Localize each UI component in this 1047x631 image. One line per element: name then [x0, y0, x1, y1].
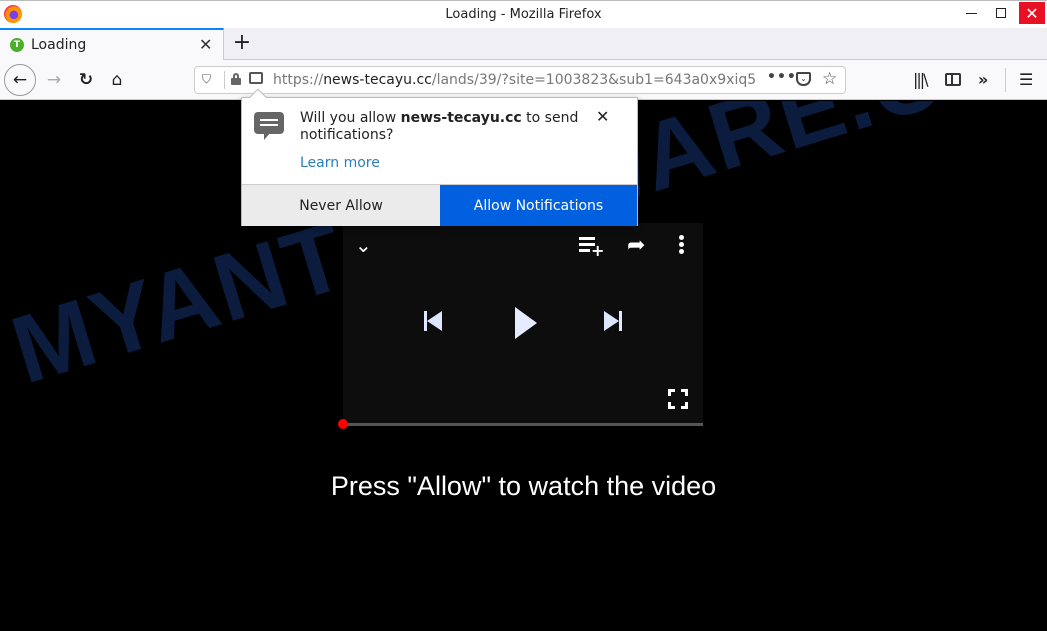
notification-permission-icon[interactable]	[249, 72, 263, 84]
home-icon: ⌂	[111, 70, 123, 90]
tab-strip: T Loading ✕ +	[0, 28, 1047, 60]
play-icon[interactable]	[515, 307, 537, 339]
toolbar-separator	[1005, 68, 1006, 92]
popup-close-button[interactable]: ✕	[596, 107, 609, 126]
maximize-icon	[996, 8, 1006, 18]
chevron-down-icon[interactable]: ⌄	[355, 233, 372, 257]
hamburger-menu-icon[interactable]: ☰	[1019, 70, 1033, 89]
navigation-toolbar: ← → ↻ ⌂ ⛉ https://news-tecayu.cc/lands/3…	[0, 60, 1047, 100]
library-icon[interactable]: |||\	[913, 70, 929, 89]
reload-icon: ↻	[78, 70, 94, 90]
video-player[interactable]: ⌄ + ➦	[338, 223, 703, 429]
maximize-button[interactable]	[988, 2, 1014, 24]
sidebar-icon[interactable]	[945, 73, 961, 86]
progress-bar[interactable]	[343, 423, 703, 426]
window-title: Loading - Mozilla Firefox	[445, 7, 602, 22]
url-bar[interactable]: ⛉ https://news-tecayu.cc/lands/39/?site=…	[194, 66, 846, 94]
url-text[interactable]: https://news-tecayu.cc/lands/39/?site=10…	[273, 72, 757, 88]
tab-loading[interactable]: T Loading ✕	[0, 28, 224, 60]
popup-buttons: Never Allow Allow Notifications	[242, 184, 637, 226]
pocket-icon[interactable]: ⌄	[796, 72, 811, 86]
popup-host: news-tecayu.cc	[400, 110, 522, 126]
previous-track-icon[interactable]	[424, 311, 442, 331]
learn-more-link[interactable]: Learn more	[300, 155, 380, 171]
bookmark-star-icon[interactable]: ☆	[822, 69, 837, 89]
tracking-protection-shield-icon[interactable]: ⛉	[202, 72, 211, 87]
lock-icon[interactable]	[231, 73, 241, 86]
forward-button[interactable]: →	[38, 64, 70, 96]
reload-button[interactable]: ↻	[70, 64, 102, 96]
tab-favicon-icon: T	[10, 38, 24, 52]
share-icon[interactable]: ➦	[627, 233, 645, 258]
page-actions-button[interactable]: •••	[767, 69, 797, 85]
forward-arrow-icon: →	[46, 70, 62, 90]
url-host: news-tecayu.cc	[323, 72, 432, 88]
back-button[interactable]: ←	[4, 64, 36, 96]
popup-message: Will you allow news-tecayu.cc to send no…	[300, 110, 579, 143]
minimize-icon	[965, 12, 977, 14]
url-scheme: https://	[273, 72, 324, 88]
url-path: /lands/39/?site=1003823&sub1=643a0x9xiq5	[431, 72, 757, 88]
call-to-action-text: Press "Allow" to watch the video	[330, 471, 717, 501]
close-icon: ✕	[1025, 3, 1039, 23]
minimize-button[interactable]	[958, 2, 984, 24]
allow-notifications-button[interactable]: Allow Notifications	[440, 185, 637, 226]
tab-close-button[interactable]: ✕	[199, 35, 212, 54]
fullscreen-icon[interactable]	[668, 389, 688, 409]
back-arrow-icon: ←	[12, 70, 28, 90]
overflow-menu-icon[interactable]: »	[978, 70, 988, 89]
tab-label: Loading	[31, 37, 87, 53]
url-separator	[224, 71, 225, 89]
progress-scrubber[interactable]	[338, 419, 348, 429]
new-tab-button[interactable]: +	[230, 30, 254, 55]
close-window-button[interactable]: ✕	[1019, 2, 1045, 24]
next-track-icon[interactable]	[604, 311, 622, 331]
notification-permission-popup: Will you allow news-tecayu.cc to send no…	[241, 88, 638, 226]
notification-chat-icon	[254, 112, 284, 140]
window-titlebar: Loading - Mozilla Firefox ✕	[0, 0, 1047, 28]
more-options-icon[interactable]	[679, 235, 684, 256]
never-allow-button[interactable]: Never Allow	[242, 185, 440, 226]
home-button[interactable]: ⌂	[101, 64, 133, 96]
